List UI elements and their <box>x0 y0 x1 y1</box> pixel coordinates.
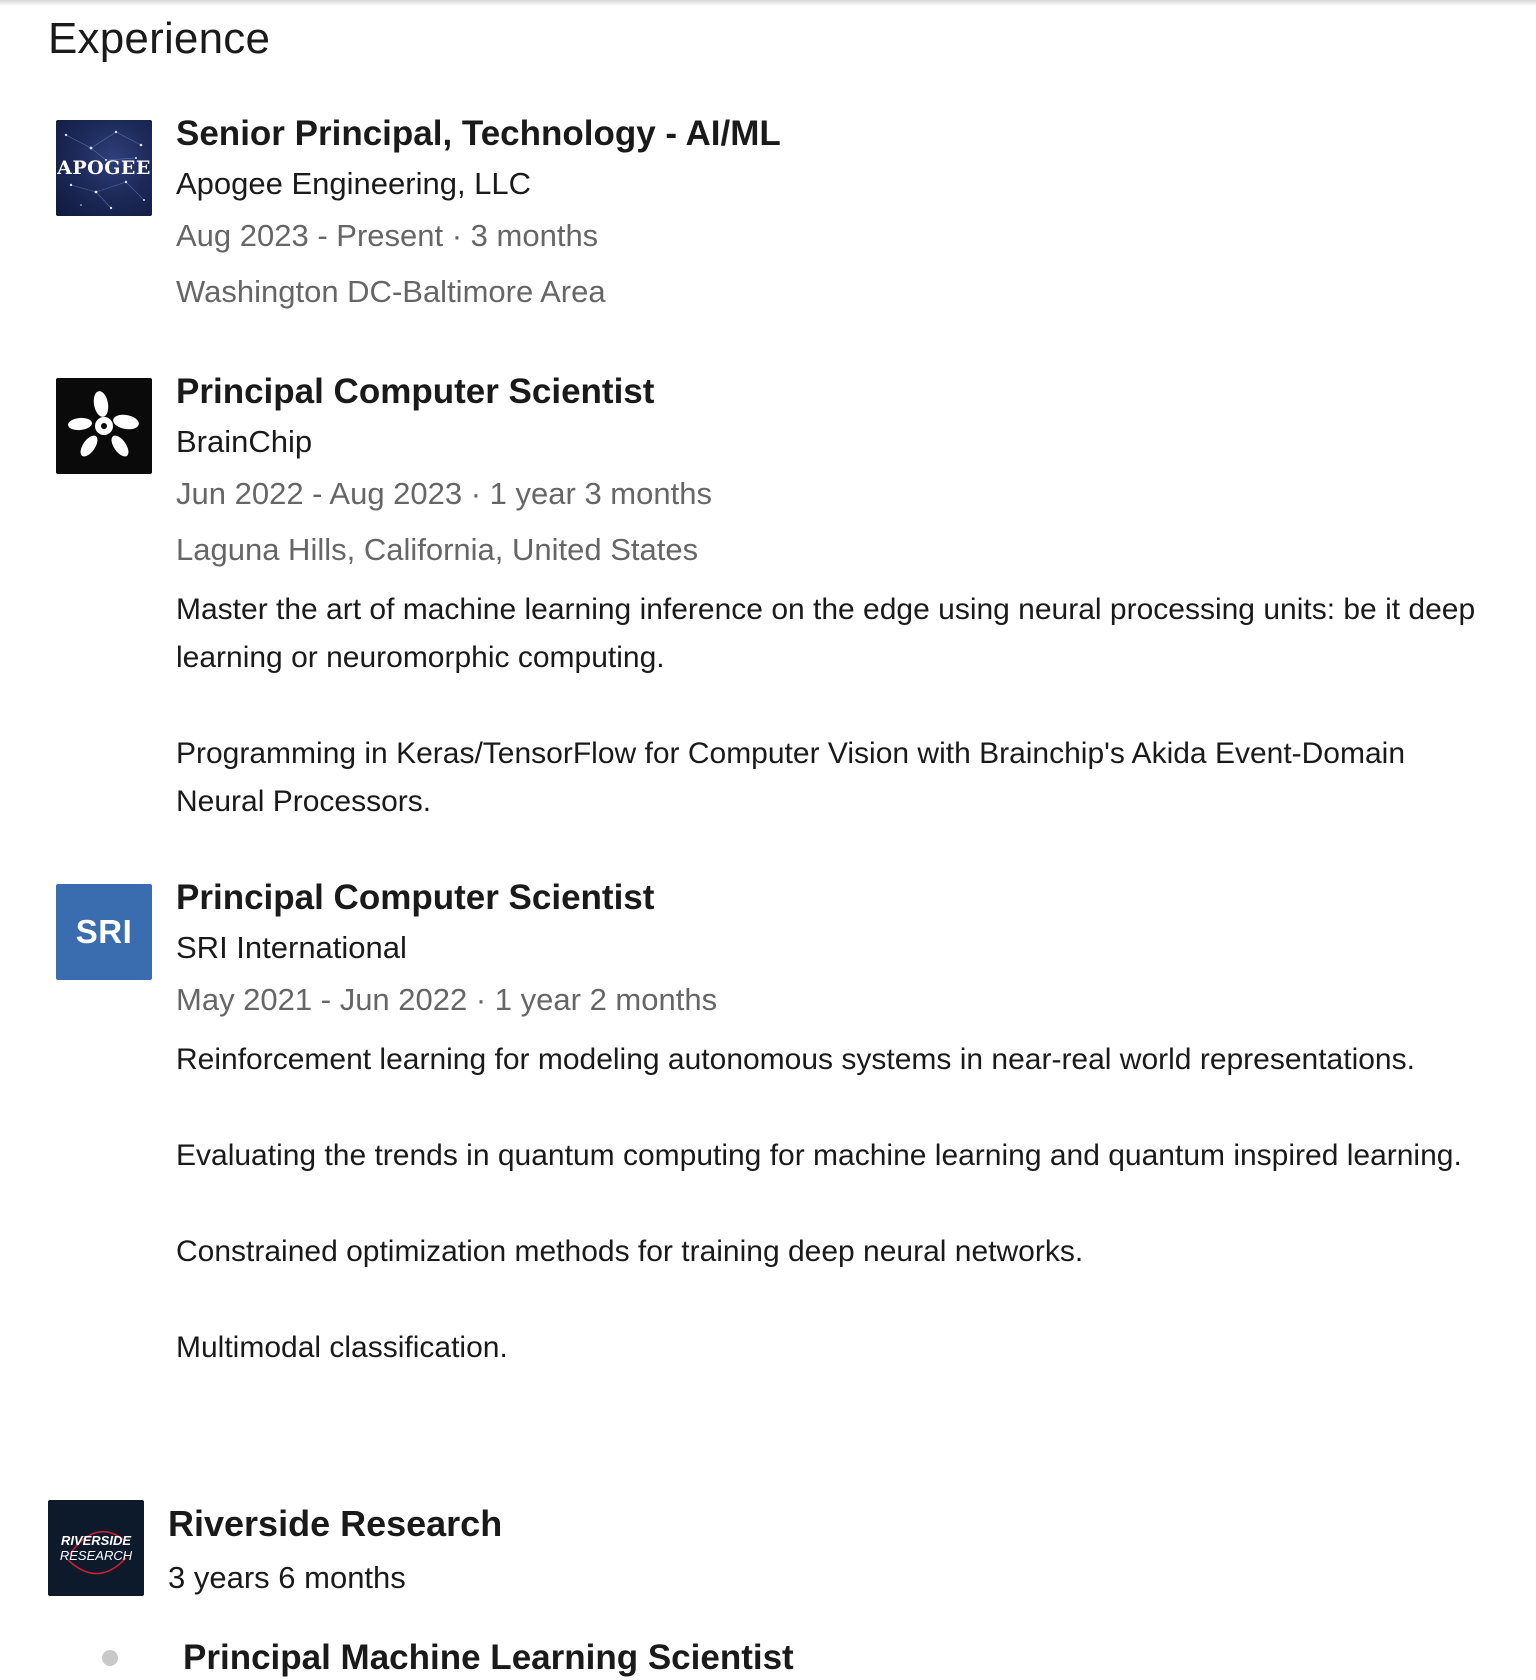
job-title[interactable]: Principal Computer Scientist <box>176 370 1476 414</box>
entry-content: Principal Computer Scientist SRI Interna… <box>176 878 1476 1420</box>
job-description-paragraph: Programming in Keras/TensorFlow for Comp… <box>176 737 1406 818</box>
section-title: Experience <box>48 14 271 63</box>
riverside-logo[interactable]: RIVERSIDE RESEARCH <box>48 1500 144 1596</box>
entry-content: Senior Principal, Technology - AI/ML Apo… <box>176 114 1476 328</box>
group-content: Riverside Research 3 years 6 months <box>168 1500 1468 1598</box>
job-location: Laguna Hills, California, United States <box>176 532 699 567</box>
experience-entry-apogee: APOGEE Senior Principal, Technology - AI… <box>56 114 1456 309</box>
employment-dates: May 2021 - Jun 2022 · 1 year 2 months <box>176 982 718 1017</box>
top-shadow <box>0 0 1536 6</box>
apogee-logo-text: APOGEE <box>57 157 151 179</box>
job-description-paragraph: Constrained optimization methods for tra… <box>176 1235 1084 1268</box>
total-duration: 3 years 6 months <box>168 1560 406 1595</box>
company-name[interactable]: SRI International <box>176 928 1476 968</box>
company-name[interactable]: Apogee Engineering, LLC <box>176 164 1476 204</box>
sri-logo[interactable]: SRI <box>56 884 152 980</box>
employment-dates: Aug 2023 - Present · 3 months <box>176 218 599 253</box>
job-description-paragraph: Multimodal classification. <box>176 1331 508 1364</box>
riverside-logo-text-line1: RIVERSIDE <box>60 1533 132 1548</box>
employment-dates: Jun 2022 - Aug 2023 · 1 year 3 months <box>176 476 712 511</box>
sri-logo-text: SRI <box>75 913 133 950</box>
riverside-logo-text-line2: RESEARCH <box>59 1548 133 1563</box>
company-name[interactable]: Riverside Research <box>168 1502 1468 1546</box>
apogee-logo[interactable]: APOGEE <box>56 120 152 216</box>
job-description-paragraph: Reinforcement learning for modeling auto… <box>176 1043 1415 1076</box>
job-description-paragraph: Master the art of machine learning infer… <box>176 593 1476 674</box>
brainchip-logo[interactable] <box>56 378 152 474</box>
timeline-dot <box>102 1650 118 1666</box>
brainchip-star-icon <box>68 391 139 457</box>
job-description-paragraph: Evaluating the trends in quantum computi… <box>176 1139 1462 1172</box>
entry-content: Principal Computer Scientist BrainChip J… <box>176 372 1476 874</box>
job-location: Washington DC-Baltimore Area <box>176 274 606 309</box>
experience-group-riverside: RIVERSIDE RESEARCH Riverside Research 3 … <box>48 1500 1448 1596</box>
job-title[interactable]: Principal Computer Scientist <box>176 876 1476 920</box>
sub-role-title[interactable]: Principal Machine Learning Scientist <box>183 1636 794 1680</box>
company-name[interactable]: BrainChip <box>176 422 1476 462</box>
job-title[interactable]: Senior Principal, Technology - AI/ML <box>176 112 1476 156</box>
